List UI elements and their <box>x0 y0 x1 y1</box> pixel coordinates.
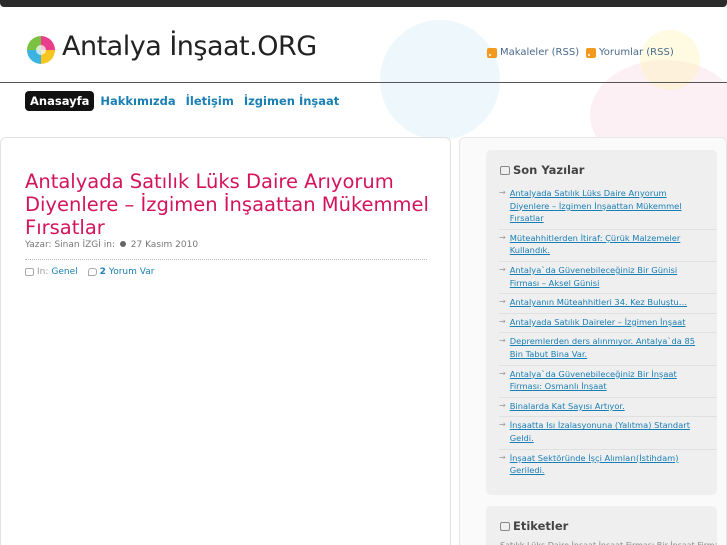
post-author: Yazar: Sinan İZGİ in: <box>25 240 115 250</box>
tags-icon <box>500 521 510 531</box>
list-item: → Binalarda Kat Sayısı Artıyor. <box>499 398 717 418</box>
post-meta: Yazar: Sinan İZGİ in: 27 Kasım 2010 <box>25 240 198 250</box>
site-logo-icon[interactable] <box>25 34 57 66</box>
rss-comments-label: Yorumlar (RSS) <box>599 47 674 58</box>
arrow-icon: → <box>499 297 506 307</box>
rss-icon <box>586 47 596 58</box>
list-item: → İnşaat Sektöründe İşçi Alımları(İstihda… <box>499 450 717 481</box>
tags-widget: Etiketler Satılık Lüks Daire İnşaat İnşa… <box>486 506 717 545</box>
main-nav: Anasayfa Hakkımızda İletişim İzgimen İnş… <box>25 91 345 111</box>
list-item: → Antalyanın Müteahhitleri 34. Kez Buluşt… <box>499 294 717 314</box>
list-item: → Antalya`da Güvenebileceğiniz Bir Günisi… <box>499 262 717 295</box>
rss-comments-link[interactable]: Yorumlar (RSS) <box>586 47 674 58</box>
nav-item-izgimen[interactable]: İzgimen İnşaat <box>240 91 343 111</box>
nav-item-about[interactable]: Hakkımızda <box>96 91 179 111</box>
recent-post-link[interactable]: Antalyada Satılık Lüks Daire Arıyorum Di… <box>510 187 703 225</box>
list-item: → Depremlerden ders alınmıyor. Antalya`da… <box>499 333 717 366</box>
arrow-icon: → <box>499 264 506 274</box>
recent-post-link[interactable]: Binalarda Kat Sayısı Artıyor. <box>510 400 625 413</box>
folder-icon <box>25 268 34 276</box>
list-item: → Antalyada Satılık Lüks Daire Arıyorum D… <box>499 185 717 230</box>
arrow-icon: → <box>499 188 506 197</box>
clock-icon <box>119 241 126 247</box>
nav-item-contact[interactable]: İletişim <box>182 91 238 111</box>
list-item: → İnşaatta Isı İzalasyonuna (Yalıtma) Sta… <box>499 417 717 450</box>
arrow-icon: → <box>499 400 506 410</box>
recent-posts-title: Son Yazılar <box>486 150 717 177</box>
nav-item-home[interactable]: Anasayfa <box>25 91 95 111</box>
header-divider <box>0 82 727 83</box>
background-decoration <box>640 30 700 90</box>
comment-link[interactable]: Yorum Var <box>109 267 155 277</box>
post-date: 27 Kasım 2010 <box>130 240 199 250</box>
arrow-icon: → <box>499 316 506 326</box>
post-footer: In: Genel 2 Yorum Var <box>25 267 154 277</box>
comment-count[interactable]: 2 <box>100 267 106 277</box>
recent-post-link[interactable]: Antalyanın Müteahhitleri 34. Kez Buluştu… <box>510 296 687 309</box>
recent-post-link[interactable]: Depremlerden ders alınmıyor. Antalya`da … <box>510 335 703 360</box>
recent-post-link[interactable]: Antalya`da Güvenebileceğiniz Bir Günisi … <box>510 264 703 289</box>
post-title[interactable]: Antalyada Satılık Lüks Daire Arıyorum Di… <box>25 170 435 239</box>
comment-icon <box>87 268 97 276</box>
post-divider <box>25 259 427 260</box>
arrow-icon: → <box>499 452 506 462</box>
recent-posts-widget: Son Yazılar → Antalyada Satılık Lüks Dair… <box>486 150 717 495</box>
recent-post-link[interactable]: Müteahhitlerden İtiraf: Çürük Malzemeler… <box>510 232 703 257</box>
recent-posts-icon <box>500 165 510 175</box>
category-prefix: In: <box>37 267 49 277</box>
list-item: → Müteahhitlerden İtiraf: Çürük Malzemele… <box>499 230 717 262</box>
rss-articles-label: Makaleler (RSS) <box>500 47 580 58</box>
arrow-icon: → <box>499 420 506 430</box>
recent-post-link[interactable]: Antalyada Satılık Daireler – İzgimen İnş… <box>510 316 686 329</box>
recent-post-link[interactable]: İnşaatta Isı İzalasyonuna (Yalıtma) Stan… <box>510 419 703 444</box>
list-item: → Antalya`da Güvenebileceğiniz Bir İnşaat… <box>499 366 717 398</box>
top-bar <box>0 0 727 7</box>
recent-posts-list: → Antalyada Satılık Lüks Daire Arıyorum D… <box>486 177 717 481</box>
background-decoration <box>380 20 500 140</box>
site-title[interactable]: Antalya İnşaat.ORG <box>62 31 317 62</box>
recent-posts-heading: Son Yazılar <box>513 163 585 177</box>
tags-title: Etiketler <box>486 506 717 533</box>
recent-post-link[interactable]: İnşaat Sektöründe İşçi Alımları(İstihdam… <box>510 452 703 477</box>
arrow-icon: → <box>499 232 506 242</box>
tag-cloud[interactable]: Satılık Lüks Daire İnşaat İnşaat Firması… <box>486 533 717 545</box>
category-link[interactable]: Genel <box>51 267 77 277</box>
arrow-icon: → <box>499 368 506 378</box>
rss-articles-link[interactable]: Makaleler (RSS) <box>487 47 579 58</box>
arrow-icon: → <box>499 336 506 346</box>
rss-icon <box>487 47 497 58</box>
list-item: → Antalyada Satılık Daireler – İzgimen İn… <box>499 314 717 334</box>
tags-heading: Etiketler <box>513 519 569 533</box>
recent-post-link[interactable]: Antalya`da Güvenebileceğiniz Bir İnşaat … <box>510 368 703 393</box>
